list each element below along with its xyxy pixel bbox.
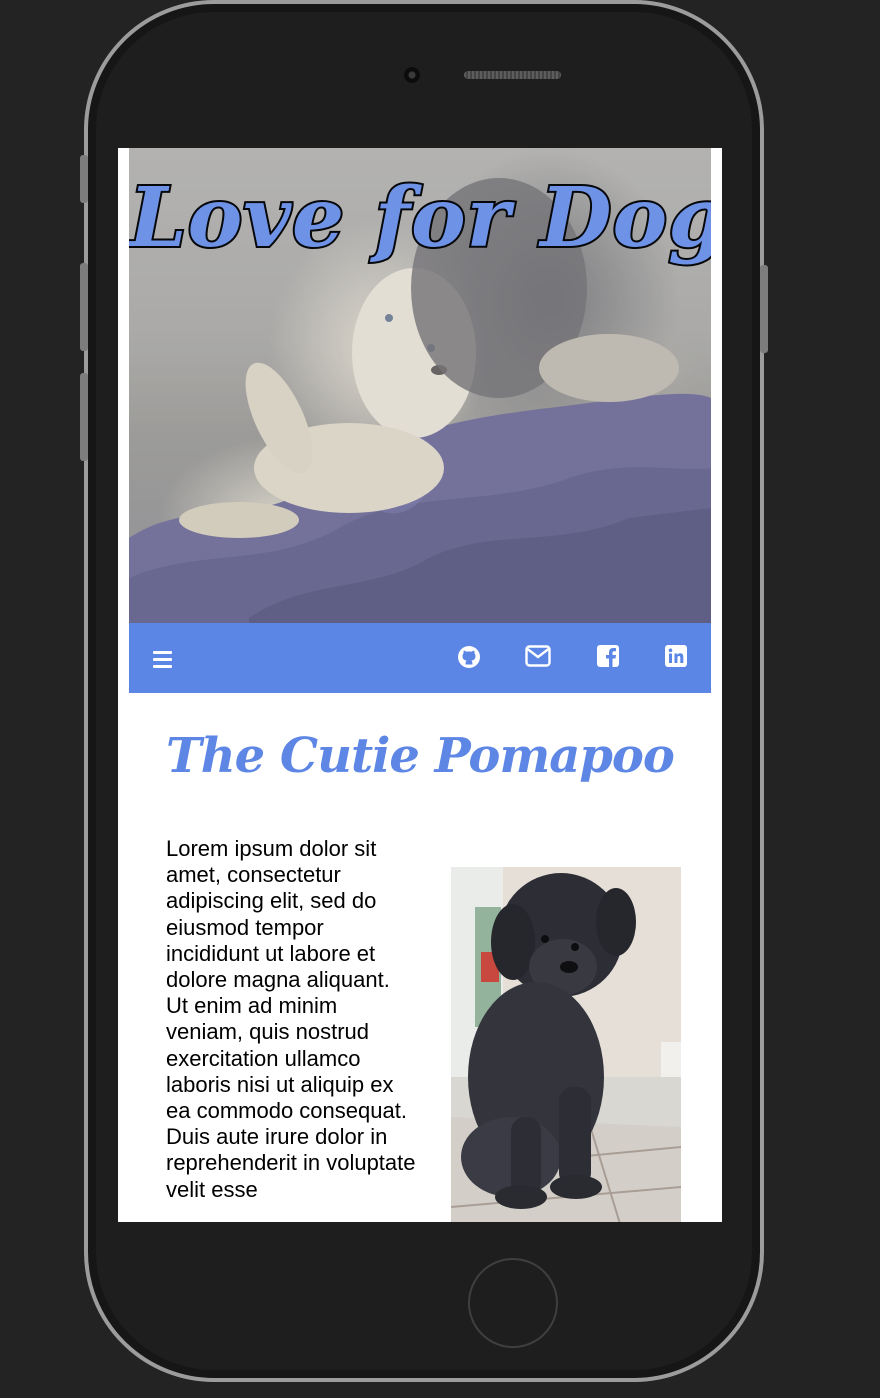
navbar <box>129 623 711 693</box>
mute-switch <box>80 155 88 203</box>
mail-icon[interactable] <box>525 645 551 667</box>
linkedin-icon[interactable] <box>665 645 687 667</box>
phone-screen: Love for Dogs The Cutie Pomapoo Lorem ip… <box>118 148 722 1222</box>
facebook-icon[interactable] <box>597 645 619 667</box>
volume-down-button <box>80 373 88 461</box>
earpiece-speaker <box>464 71 561 79</box>
menu-icon[interactable] <box>153 651 172 668</box>
front-camera <box>404 67 420 83</box>
post-body: Lorem ipsum dolor sit amet, consectetur … <box>166 836 416 1202</box>
pomapoo-photo <box>451 867 681 1222</box>
github-icon[interactable] <box>457 645 481 669</box>
power-button <box>760 265 768 353</box>
hero-banner: Love for Dogs <box>129 148 711 623</box>
home-button[interactable] <box>468 1258 558 1348</box>
post-title: The Cutie Pomapoo <box>166 728 675 784</box>
hero-title: Love for Dogs <box>129 168 711 268</box>
volume-up-button <box>80 263 88 351</box>
post-header: The Cutie Pomapoo <box>166 728 686 784</box>
